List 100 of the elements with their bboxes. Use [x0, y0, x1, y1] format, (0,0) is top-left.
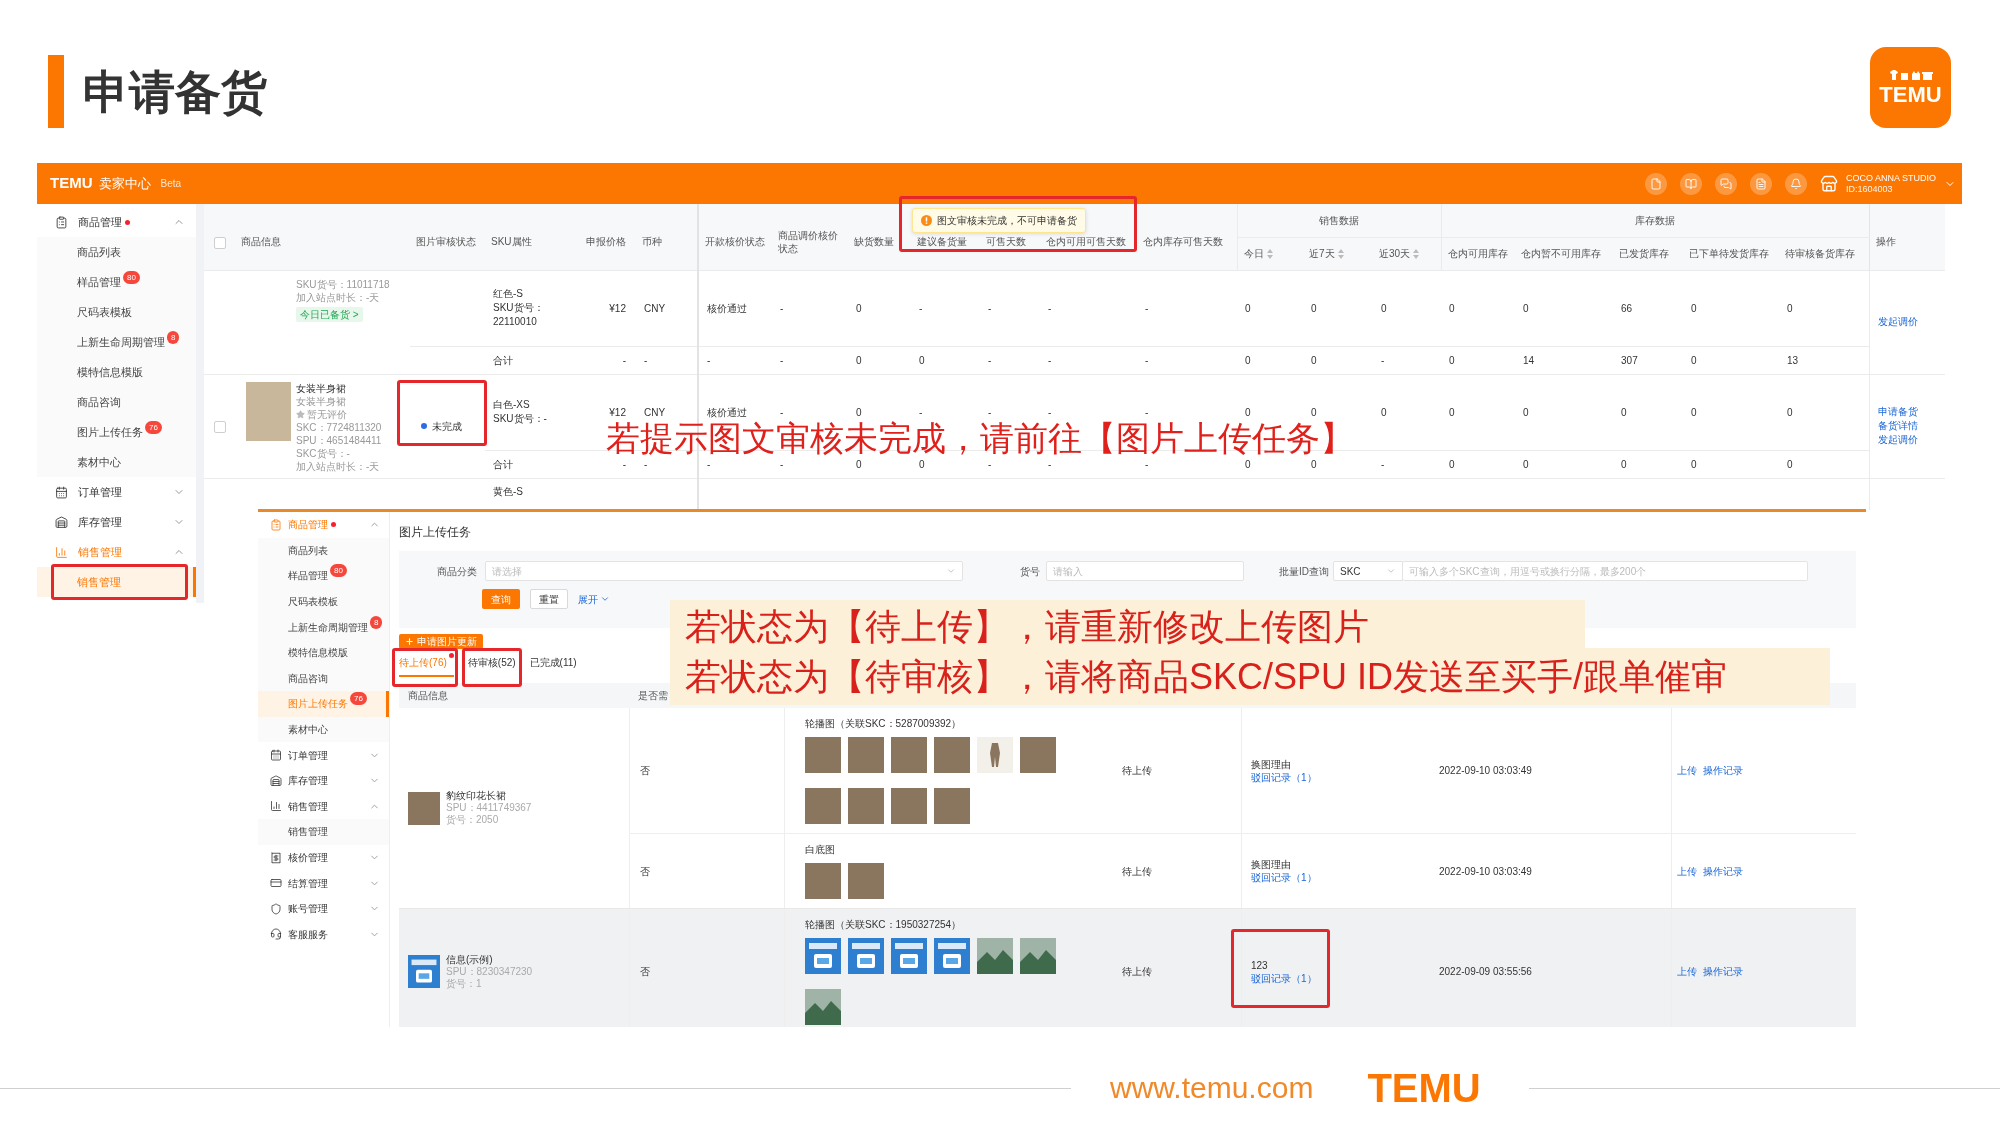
- expand-link[interactable]: 展开: [578, 589, 610, 609]
- checkbox[interactable]: [213, 236, 226, 249]
- column-header: 图片审核状态: [416, 236, 476, 248]
- column-header[interactable]: 今日: [1243, 246, 1264, 261]
- photo-placeholder: [848, 737, 884, 773]
- menu-group[interactable]: 客服服务: [258, 921, 389, 948]
- brand-name: TEMU: [50, 173, 93, 194]
- menu-item[interactable]: 模特信息模版: [258, 639, 389, 666]
- action-link[interactable]: 操作记录: [1703, 763, 1743, 778]
- document-icon[interactable]: [1750, 172, 1772, 195]
- column-group-header: 库存数据: [1635, 214, 1676, 226]
- calendar-icon: [55, 485, 68, 499]
- page-title: 图片上传任务: [399, 523, 471, 541]
- menu-item[interactable]: 上新生命周期管理 8: [37, 327, 196, 357]
- cell-text: 0: [1691, 302, 1697, 314]
- app-name: 卖家中心: [98, 174, 151, 193]
- status-text: 未完成: [432, 419, 462, 434]
- menu-group[interactable]: 库存管理: [258, 767, 389, 794]
- action-link[interactable]: 上传: [1677, 863, 1697, 879]
- count-badge: 76: [145, 420, 162, 434]
- cell-text: 0: [1523, 406, 1529, 418]
- menu-group[interactable]: 结算管理: [258, 870, 389, 896]
- logo-text: TEMU: [1879, 84, 1942, 106]
- cell-text: 0: [1245, 406, 1251, 418]
- count-badge: 8: [167, 330, 180, 344]
- menu-item[interactable]: 商品咨询: [37, 387, 196, 417]
- menu-group[interactable]: 账号管理: [258, 895, 389, 922]
- menu-item[interactable]: 上新生命周期管理 8: [258, 614, 389, 640]
- store-name: COCO ANNA STUDIO: [1846, 172, 1936, 184]
- rating-text: 暂无评价: [307, 407, 347, 421]
- column-header: 建议备货量: [917, 236, 967, 248]
- action-link[interactable]: 发起调价: [1877, 316, 1918, 327]
- action-link[interactable]: 上传: [1677, 763, 1697, 778]
- menu-group[interactable]: 核价管理: [258, 844, 389, 871]
- cell-text: 0: [1523, 302, 1529, 314]
- menu-group[interactable]: 订单管理: [37, 477, 196, 507]
- select-field[interactable]: SKC: [1333, 561, 1403, 581]
- annotation-text: 若提示图文审核未完成，请前往【图片上传任务】: [606, 420, 1354, 456]
- product-detail: SKC货号：-: [296, 446, 350, 460]
- tab[interactable]: 已完成(11): [529, 649, 577, 677]
- menu-item[interactable]: 尺码表模板: [37, 297, 196, 327]
- chat-icon[interactable]: [1715, 172, 1737, 195]
- remark-text: 123: [1251, 958, 1268, 972]
- menu-group[interactable]: 商品管理: [37, 207, 196, 237]
- menu-group[interactable]: 订单管理: [258, 742, 389, 768]
- cell-text: 核价通过: [707, 406, 747, 418]
- cell-text: 黄色-S: [493, 485, 523, 497]
- column-header: 是否需: [638, 690, 668, 701]
- reset-button[interactable]: 重置: [530, 589, 568, 609]
- product-detail: SKC：7724811320: [296, 420, 382, 434]
- column-header[interactable]: 近30天: [1379, 246, 1411, 261]
- photo-placeholder: [891, 737, 927, 773]
- beta-tag: Beta: [160, 176, 182, 191]
- tab[interactable]: 待审核(52): [467, 649, 516, 677]
- file-icon[interactable]: [1645, 172, 1667, 195]
- menu-item[interactable]: 商品列表: [258, 537, 389, 564]
- cell-text: -: [988, 354, 992, 366]
- menu-item[interactable]: 商品咨询: [258, 665, 389, 692]
- menu-item[interactable]: 图片上传任务 76: [258, 691, 389, 717]
- product-detail: 加入站点时长：-天: [296, 459, 380, 473]
- photo-placeholder: [408, 791, 440, 825]
- action-link[interactable]: 申请备货: [1877, 406, 1918, 417]
- menu-item[interactable]: 素材中心: [258, 716, 389, 743]
- menu-item[interactable]: 样品管理 80: [258, 563, 389, 589]
- menu-item[interactable]: 模特信息模版: [37, 357, 196, 387]
- store-icon[interactable]: [1820, 174, 1838, 193]
- record-link[interactable]: 驳回记录（1）: [1251, 770, 1317, 784]
- scene-thumbnail: [977, 938, 1013, 974]
- sort-icon[interactable]: [1413, 248, 1420, 259]
- sort-icon[interactable]: [1337, 248, 1344, 259]
- record-link[interactable]: 驳回记录（1）: [1251, 871, 1317, 884]
- action-link[interactable]: 操作记录: [1703, 863, 1743, 879]
- field-label: 商品分类: [437, 564, 477, 579]
- menu-item[interactable]: 样品管理 80: [37, 267, 196, 297]
- action-link[interactable]: 发起调价: [1877, 434, 1918, 445]
- menu-item[interactable]: 素材中心: [37, 447, 196, 477]
- menu-item[interactable]: 商品列表: [37, 237, 196, 267]
- photo-placeholder: [1020, 737, 1056, 773]
- bell-icon[interactable]: [1785, 172, 1807, 195]
- record-link[interactable]: 驳回记录（1）: [1251, 971, 1317, 985]
- book-icon[interactable]: [1680, 172, 1702, 195]
- plus-icon: [405, 637, 414, 646]
- cell-text: -: [780, 354, 784, 366]
- column-header: SKU属性: [491, 236, 532, 248]
- menu-item[interactable]: 销售管理: [258, 819, 389, 845]
- store-id: ID:1604003: [1846, 183, 1894, 195]
- sort-icon[interactable]: [1266, 248, 1273, 259]
- cell-text: -: [1145, 458, 1149, 470]
- menu-item[interactable]: 图片上传任务 76: [37, 417, 196, 447]
- chevron-down-icon: [946, 566, 956, 576]
- column-header[interactable]: 近7天: [1309, 246, 1335, 261]
- action-link[interactable]: 备货详情: [1877, 420, 1918, 431]
- action-link[interactable]: 上传: [1677, 964, 1697, 979]
- checkbox[interactable]: [213, 420, 226, 433]
- product-title: 女装半身裙: [296, 381, 346, 395]
- input-field[interactable]: 请输入: [1046, 561, 1244, 581]
- menu-item[interactable]: 尺码表模板: [258, 588, 389, 615]
- menu-group[interactable]: 销售管理: [258, 793, 389, 820]
- action-link[interactable]: 操作记录: [1703, 964, 1743, 979]
- menu-group[interactable]: 库存管理: [37, 507, 196, 537]
